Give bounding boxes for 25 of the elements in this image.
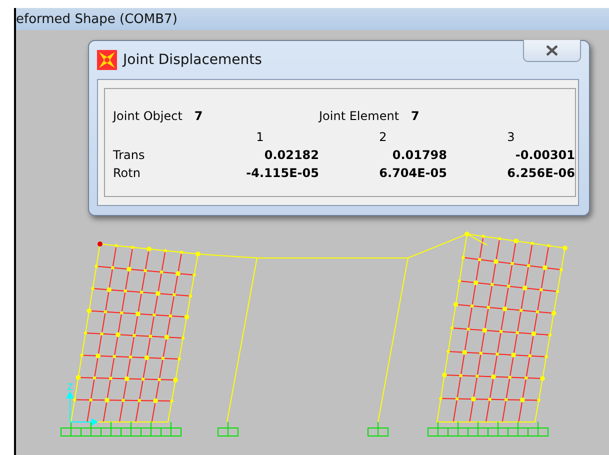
selected-joint-icon — [98, 242, 102, 246]
close-button[interactable] — [523, 40, 581, 62]
field-label: Joint Object — [113, 108, 182, 122]
row-label: Trans — [113, 148, 146, 162]
window-title: eformed Shape (COMB7) — [16, 12, 178, 26]
value-cell: -4.115E-05 — [246, 166, 319, 180]
support-drawing — [218, 422, 238, 436]
row-label: Rotn — [113, 166, 142, 180]
field-value: 7 — [194, 108, 203, 122]
axis-arrows-icon — [66, 390, 98, 426]
column-header: 2 — [379, 130, 387, 144]
value-cell: 6.704E-05 — [379, 166, 447, 180]
support-drawing — [368, 422, 388, 436]
dialog-title: Joint Displacements — [123, 52, 262, 68]
column-header: 1 — [256, 130, 264, 144]
close-icon — [545, 45, 559, 56]
axis-label: Z — [67, 383, 74, 393]
column-header: 3 — [507, 130, 515, 144]
value-cell: 0.02182 — [264, 148, 319, 162]
field-label: Joint Element — [319, 108, 400, 122]
value-cell: -0.00301 — [515, 148, 575, 162]
value-cell: 6.256E-06 — [507, 166, 575, 180]
app-logo-icon — [97, 50, 117, 70]
field-value: 7 — [411, 108, 420, 122]
value-cell: 0.01798 — [392, 148, 447, 162]
